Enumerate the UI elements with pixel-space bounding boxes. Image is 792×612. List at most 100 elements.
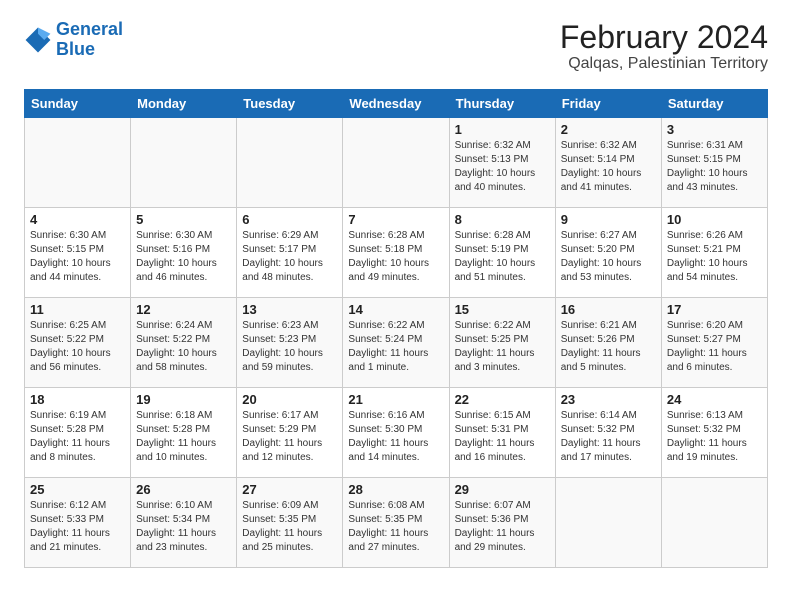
calendar-header: Sunday Monday Tuesday Wednesday Thursday… (25, 90, 768, 118)
day-cell: 4Sunrise: 6:30 AMSunset: 5:15 PMDaylight… (25, 208, 131, 298)
day-info: Sunrise: 6:32 AMSunset: 5:14 PMDaylight:… (561, 139, 656, 195)
day-cell: 25 Sunrise: 6:12 AMSunset: 5:33 PMDayligh… (25, 478, 131, 568)
day-cell: 2 Sunrise: 6:32 AMSunset: 5:14 PMDaylight… (555, 118, 661, 208)
day-cell: 15Sunrise: 6:22 AMSunset: 5:25 PMDayligh… (449, 298, 555, 388)
day-info: Sunrise: 6:12 AMSunset: 5:33 PMDaylight:… (30, 499, 125, 555)
day-cell: 6 Sunrise: 6:29 AMSunset: 5:17 PMDaylight… (237, 208, 343, 298)
day-cell: 12 Sunrise: 6:24 AMSunset: 5:22 PMDayligh… (131, 298, 237, 388)
day-number: 23 (561, 392, 656, 407)
day-number: 27 (242, 482, 337, 497)
day-info: Sunrise: 6:30 AMSunset: 5:15 PMDaylight:… (30, 229, 125, 285)
day-info: Sunrise: 6:28 AMSunset: 5:18 PMDaylight:… (348, 229, 443, 285)
header-thursday: Thursday (449, 90, 555, 118)
day-number: 28 (348, 482, 443, 497)
calendar-title: February 2024 (560, 20, 768, 55)
day-info: Sunrise: 6:31 AMSunset: 5:15 PMDaylight:… (667, 139, 762, 195)
logo: General Blue (24, 20, 123, 60)
day-number: 6 (242, 212, 337, 227)
day-number: 8 (455, 212, 550, 227)
day-cell (237, 118, 343, 208)
day-number: 1 (455, 122, 550, 137)
logo-icon (24, 26, 52, 54)
day-cell: 20 Sunrise: 6:17 AMSunset: 5:29 PMDayligh… (237, 388, 343, 478)
day-cell: 14 Sunrise: 6:22 AMSunset: 5:24 PMDayligh… (343, 298, 449, 388)
day-info: Sunrise: 6:07 AMSunset: 5:36 PMDaylight:… (455, 499, 550, 555)
day-info: Sunrise: 6:15 AMSunset: 5:31 PMDaylight:… (455, 409, 550, 465)
day-number: 20 (242, 392, 337, 407)
day-cell: 24Sunrise: 6:13 AMSunset: 5:32 PMDayligh… (661, 388, 767, 478)
day-number: 21 (348, 392, 443, 407)
day-info: Sunrise: 6:29 AMSunset: 5:17 PMDaylight:… (242, 229, 337, 285)
day-cell: 28 Sunrise: 6:08 AMSunset: 5:35 PMDayligh… (343, 478, 449, 568)
day-info: Sunrise: 6:27 AMSunset: 5:20 PMDaylight:… (561, 229, 656, 285)
day-number: 24 (667, 392, 762, 407)
day-cell: 13 Sunrise: 6:23 AMSunset: 5:23 PMDayligh… (237, 298, 343, 388)
day-cell: 23Sunrise: 6:14 AMSunset: 5:32 PMDayligh… (555, 388, 661, 478)
calendar-body: 1Sunrise: 6:32 AMSunset: 5:13 PMDaylight… (25, 118, 768, 568)
day-cell: 22 Sunrise: 6:15 AMSunset: 5:31 PMDayligh… (449, 388, 555, 478)
day-cell: 16 Sunrise: 6:21 AMSunset: 5:26 PMDayligh… (555, 298, 661, 388)
header-saturday: Saturday (661, 90, 767, 118)
day-info: Sunrise: 6:08 AMSunset: 5:35 PMDaylight:… (348, 499, 443, 555)
week-row-0: 1Sunrise: 6:32 AMSunset: 5:13 PMDaylight… (25, 118, 768, 208)
day-number: 16 (561, 302, 656, 317)
logo-line1: General (56, 19, 123, 39)
day-info: Sunrise: 6:10 AMSunset: 5:34 PMDaylight:… (136, 499, 231, 555)
day-info: Sunrise: 6:30 AMSunset: 5:16 PMDaylight:… (136, 229, 231, 285)
header-wednesday: Wednesday (343, 90, 449, 118)
header-sunday: Sunday (25, 90, 131, 118)
week-row-1: 4Sunrise: 6:30 AMSunset: 5:15 PMDaylight… (25, 208, 768, 298)
day-info: Sunrise: 6:19 AMSunset: 5:28 PMDaylight:… (30, 409, 125, 465)
day-info: Sunrise: 6:24 AMSunset: 5:22 PMDaylight:… (136, 319, 231, 375)
day-info: Sunrise: 6:28 AMSunset: 5:19 PMDaylight:… (455, 229, 550, 285)
day-number: 19 (136, 392, 231, 407)
day-info: Sunrise: 6:25 AMSunset: 5:22 PMDaylight:… (30, 319, 125, 375)
day-cell: 21 Sunrise: 6:16 AMSunset: 5:30 PMDayligh… (343, 388, 449, 478)
day-info: Sunrise: 6:09 AMSunset: 5:35 PMDaylight:… (242, 499, 337, 555)
day-info: Sunrise: 6:22 AMSunset: 5:24 PMDaylight:… (348, 319, 443, 375)
day-info: Sunrise: 6:21 AMSunset: 5:26 PMDaylight:… (561, 319, 656, 375)
week-row-2: 11Sunrise: 6:25 AMSunset: 5:22 PMDayligh… (25, 298, 768, 388)
day-cell (661, 478, 767, 568)
calendar-table: Sunday Monday Tuesday Wednesday Thursday… (24, 89, 768, 568)
day-number: 5 (136, 212, 231, 227)
day-cell: 11Sunrise: 6:25 AMSunset: 5:22 PMDayligh… (25, 298, 131, 388)
day-cell (25, 118, 131, 208)
day-info: Sunrise: 6:26 AMSunset: 5:21 PMDaylight:… (667, 229, 762, 285)
day-cell: 5 Sunrise: 6:30 AMSunset: 5:16 PMDaylight… (131, 208, 237, 298)
day-cell: 18 Sunrise: 6:19 AMSunset: 5:28 PMDayligh… (25, 388, 131, 478)
day-number: 2 (561, 122, 656, 137)
logo-line2: Blue (56, 39, 95, 59)
calendar-subtitle: Qalqas, Palestinian Territory (560, 55, 768, 73)
day-info: Sunrise: 6:22 AMSunset: 5:25 PMDaylight:… (455, 319, 550, 375)
day-cell (555, 478, 661, 568)
day-info: Sunrise: 6:23 AMSunset: 5:23 PMDaylight:… (242, 319, 337, 375)
day-cell (343, 118, 449, 208)
day-cell: 19Sunrise: 6:18 AMSunset: 5:28 PMDayligh… (131, 388, 237, 478)
day-cell: 9Sunrise: 6:27 AMSunset: 5:20 PMDaylight… (555, 208, 661, 298)
week-row-3: 18 Sunrise: 6:19 AMSunset: 5:28 PMDayligh… (25, 388, 768, 478)
day-number: 22 (455, 392, 550, 407)
day-info: Sunrise: 6:16 AMSunset: 5:30 PMDaylight:… (348, 409, 443, 465)
day-info: Sunrise: 6:17 AMSunset: 5:29 PMDaylight:… (242, 409, 337, 465)
page-header: General Blue February 2024 Qalqas, Pales… (24, 20, 768, 73)
day-number: 14 (348, 302, 443, 317)
day-number: 13 (242, 302, 337, 317)
day-cell: 29Sunrise: 6:07 AMSunset: 5:36 PMDayligh… (449, 478, 555, 568)
day-cell: 7 Sunrise: 6:28 AMSunset: 5:18 PMDaylight… (343, 208, 449, 298)
day-number: 18 (30, 392, 125, 407)
day-number: 26 (136, 482, 231, 497)
day-number: 7 (348, 212, 443, 227)
day-cell: 10 Sunrise: 6:26 AMSunset: 5:21 PMDayligh… (661, 208, 767, 298)
header-row: Sunday Monday Tuesday Wednesday Thursday… (25, 90, 768, 118)
day-number: 17 (667, 302, 762, 317)
day-number: 25 (30, 482, 125, 497)
day-cell: 3Sunrise: 6:31 AMSunset: 5:15 PMDaylight… (661, 118, 767, 208)
day-info: Sunrise: 6:20 AMSunset: 5:27 PMDaylight:… (667, 319, 762, 375)
day-number: 12 (136, 302, 231, 317)
header-monday: Monday (131, 90, 237, 118)
day-cell: 26 Sunrise: 6:10 AMSunset: 5:34 PMDayligh… (131, 478, 237, 568)
header-friday: Friday (555, 90, 661, 118)
day-number: 10 (667, 212, 762, 227)
header-tuesday: Tuesday (237, 90, 343, 118)
